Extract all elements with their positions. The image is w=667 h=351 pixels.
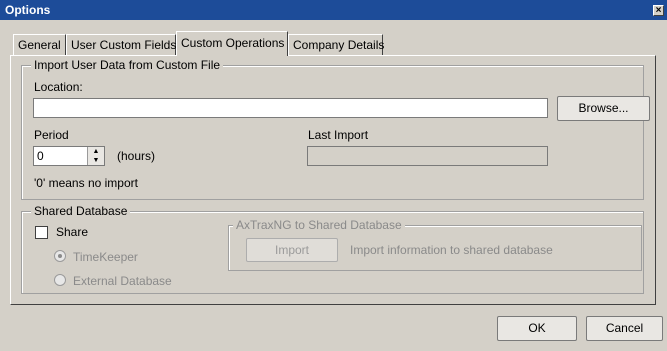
import-group-legend: Import User Data from Custom File [31, 58, 224, 72]
shared-db-legend: Shared Database [31, 204, 131, 218]
share-label[interactable]: Share [56, 225, 88, 239]
tab-general[interactable]: General [13, 34, 66, 55]
radio-timekeeper-label[interactable]: TimeKeeper [73, 250, 138, 264]
title-bar [0, 0, 667, 20]
spin-down-icon[interactable]: ▼ [88, 156, 104, 165]
close-icon[interactable]: × [653, 5, 664, 16]
share-checkbox[interactable] [35, 226, 48, 239]
spin-buttons[interactable]: ▲ ▼ [87, 147, 104, 165]
tab-custom-operations[interactable]: Custom Operations [176, 31, 288, 56]
location-label: Location: [34, 80, 83, 94]
period-unit: (hours) [117, 149, 156, 163]
spin-up-icon[interactable]: ▲ [88, 147, 104, 156]
tab-user-custom-fields[interactable]: User Custom Fields [66, 34, 176, 55]
import-info-text: Import information to shared database [350, 243, 553, 257]
period-label: Period [34, 128, 69, 142]
period-stepper[interactable]: 0 ▲ ▼ [33, 146, 105, 166]
ok-button[interactable]: OK [497, 316, 577, 341]
location-field[interactable] [33, 98, 548, 118]
cancel-button[interactable]: Cancel [586, 316, 663, 341]
period-hint: '0' means no import [34, 176, 138, 190]
radio-external-database[interactable] [54, 274, 66, 286]
sub-group-legend: AxTraxNG to Shared Database [233, 218, 405, 232]
radio-external-database-label[interactable]: External Database [73, 274, 172, 288]
tab-company-details[interactable]: Company Details [288, 34, 384, 55]
last-import-label: Last Import [308, 128, 369, 142]
window-title: Options [5, 3, 51, 17]
period-value: 0 [37, 149, 44, 163]
last-import-field [307, 146, 548, 166]
radio-timekeeper[interactable] [54, 250, 66, 262]
browse-button[interactable]: Browse... [557, 96, 650, 121]
import-button[interactable]: Import [246, 238, 338, 262]
